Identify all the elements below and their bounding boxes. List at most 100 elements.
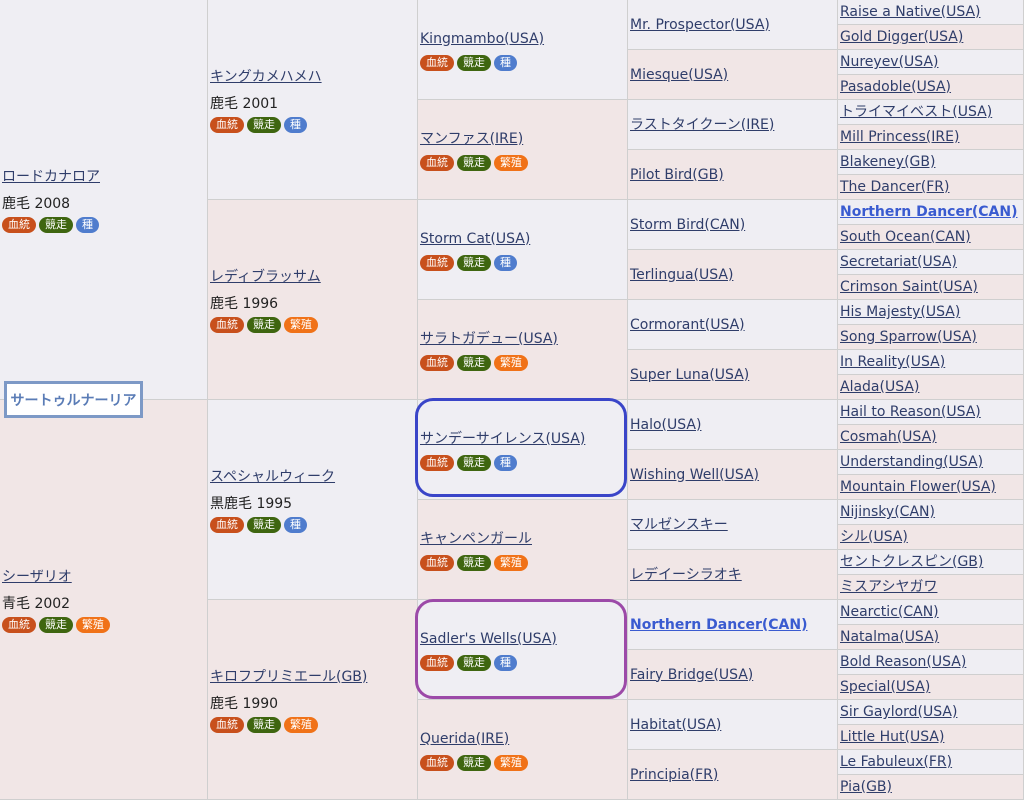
horse-name-link[interactable]: Querida(IRE) xyxy=(420,729,625,749)
horse-name-link[interactable]: Little Hut(USA) xyxy=(840,727,1021,747)
horse-name-link[interactable]: His Majesty(USA) xyxy=(840,302,1021,322)
horse-name-link[interactable]: Pilot Bird(GB) xyxy=(630,165,835,185)
racing-badge[interactable]: 競走 xyxy=(39,216,73,233)
horse-name-link[interactable]: Mill Princess(IRE) xyxy=(840,127,1021,147)
horse-name-link[interactable]: In Reality(USA) xyxy=(840,352,1021,372)
horse-name-link[interactable]: Sadler's Wells(USA) xyxy=(420,629,625,649)
breeding-badge[interactable]: 繁殖 xyxy=(494,154,528,171)
horse-name-link[interactable]: South Ocean(CAN) xyxy=(840,227,1021,247)
horse-name-link[interactable]: Mr. Prospector(USA) xyxy=(630,15,835,35)
horse-name-link[interactable]: Habitat(USA) xyxy=(630,715,835,735)
lineage-badge[interactable]: 血統 xyxy=(420,354,454,371)
horse-name-link[interactable]: Special(USA) xyxy=(840,677,1021,697)
horse-name-link[interactable]: レディブラッサム xyxy=(210,267,415,287)
horse-name-link[interactable]: Pia(GB) xyxy=(840,777,1021,797)
lineage-badge[interactable]: 血統 xyxy=(420,554,454,571)
racing-badge[interactable]: 競走 xyxy=(457,354,491,371)
horse-name-link[interactable]: レデイーシラオキ xyxy=(630,565,835,585)
racing-badge[interactable]: 競走 xyxy=(247,716,281,733)
lineage-badge[interactable]: 血統 xyxy=(420,254,454,271)
horse-name-link[interactable]: Nijinsky(CAN) xyxy=(840,502,1021,522)
lineage-badge[interactable]: 血統 xyxy=(210,316,244,333)
stallion-badge[interactable]: 種 xyxy=(284,516,307,533)
breeding-badge[interactable]: 繁殖 xyxy=(494,354,528,371)
horse-name-link[interactable]: スペシャルウィーク xyxy=(210,467,415,487)
lineage-badge[interactable]: 血統 xyxy=(2,616,36,633)
racing-badge[interactable]: 競走 xyxy=(457,754,491,771)
horse-name-link[interactable]: キングカメハメハ xyxy=(210,67,415,87)
horse-name-link[interactable]: Understanding(USA) xyxy=(840,452,1021,472)
horse-name-link[interactable]: Blakeney(GB) xyxy=(840,152,1021,172)
racing-badge[interactable]: 競走 xyxy=(247,516,281,533)
horse-name-link[interactable]: セントクレスピン(GB) xyxy=(840,552,1021,572)
horse-name-link[interactable]: Wishing Well(USA) xyxy=(630,465,835,485)
stallion-badge[interactable]: 種 xyxy=(494,254,517,271)
horse-name-link[interactable]: Secretariat(USA) xyxy=(840,252,1021,272)
lineage-badge[interactable]: 血統 xyxy=(210,516,244,533)
horse-name-link[interactable]: キロフプリミエール(GB) xyxy=(210,667,415,687)
lineage-badge[interactable]: 血統 xyxy=(420,54,454,71)
horse-name-link[interactable]: Miesque(USA) xyxy=(630,65,835,85)
horse-name-link[interactable]: キャンペンガール xyxy=(420,529,625,549)
horse-name-link[interactable]: シーザリオ xyxy=(2,567,205,587)
horse-name-link[interactable]: Cormorant(USA) xyxy=(630,315,835,335)
horse-name-link[interactable]: Raise a Native(USA) xyxy=(840,2,1021,22)
horse-name-link[interactable]: Crimson Saint(USA) xyxy=(840,277,1021,297)
breeding-badge[interactable]: 繁殖 xyxy=(494,754,528,771)
horse-name-link[interactable]: Nureyev(USA) xyxy=(840,52,1021,72)
horse-name-link[interactable]: シル(USA) xyxy=(840,527,1021,547)
horse-name-link[interactable]: Storm Bird(CAN) xyxy=(630,215,835,235)
lineage-badge[interactable]: 血統 xyxy=(420,454,454,471)
horse-name-link[interactable]: Hail to Reason(USA) xyxy=(840,402,1021,422)
horse-name-link[interactable]: Principia(FR) xyxy=(630,765,835,785)
horse-name-link[interactable]: Alada(USA) xyxy=(840,377,1021,397)
horse-name-link[interactable]: Kingmambo(USA) xyxy=(420,29,625,49)
horse-name-link[interactable]: Mountain Flower(USA) xyxy=(840,477,1021,497)
horse-name-link[interactable]: ロードカナロア xyxy=(2,167,205,187)
horse-name-link[interactable]: Sir Gaylord(USA) xyxy=(840,702,1021,722)
horse-name-link[interactable]: Pasadoble(USA) xyxy=(840,77,1021,97)
breeding-badge[interactable]: 繁殖 xyxy=(284,716,318,733)
racing-badge[interactable]: 競走 xyxy=(457,54,491,71)
racing-badge[interactable]: 競走 xyxy=(457,154,491,171)
horse-name-link[interactable]: サンデーサイレンス(USA) xyxy=(420,429,625,449)
horse-name-link[interactable]: Le Fabuleux(FR) xyxy=(840,752,1021,772)
horse-name-link[interactable]: The Dancer(FR) xyxy=(840,177,1021,197)
horse-name-link[interactable]: マンファス(IRE) xyxy=(420,129,625,149)
horse-name-link[interactable]: Bold Reason(USA) xyxy=(840,652,1021,672)
racing-badge[interactable]: 競走 xyxy=(247,316,281,333)
stallion-badge[interactable]: 種 xyxy=(494,454,517,471)
stallion-badge[interactable]: 種 xyxy=(76,216,99,233)
lineage-badge[interactable]: 血統 xyxy=(210,716,244,733)
breeding-badge[interactable]: 繁殖 xyxy=(76,616,110,633)
horse-name-link[interactable]: Gold Digger(USA) xyxy=(840,27,1021,47)
stallion-badge[interactable]: 種 xyxy=(494,54,517,71)
lineage-badge[interactable]: 血統 xyxy=(2,216,36,233)
horse-name-link[interactable]: ラストタイクーン(IRE) xyxy=(630,115,835,135)
horse-name-link[interactable]: Halo(USA) xyxy=(630,415,835,435)
horse-name-link[interactable]: Northern Dancer(CAN) xyxy=(840,202,1021,222)
stallion-badge[interactable]: 種 xyxy=(494,654,517,671)
stallion-badge[interactable]: 種 xyxy=(284,116,307,133)
breeding-badge[interactable]: 繁殖 xyxy=(284,316,318,333)
horse-name-link[interactable]: Fairy Bridge(USA) xyxy=(630,665,835,685)
racing-badge[interactable]: 競走 xyxy=(247,116,281,133)
racing-badge[interactable]: 競走 xyxy=(457,454,491,471)
horse-name-link[interactable]: Natalma(USA) xyxy=(840,627,1021,647)
horse-name-link[interactable]: トライマイベスト(USA) xyxy=(840,102,1021,122)
racing-badge[interactable]: 競走 xyxy=(457,654,491,671)
horse-name-link[interactable]: サラトガデュー(USA) xyxy=(420,329,625,349)
horse-name-link[interactable]: Northern Dancer(CAN) xyxy=(630,615,835,635)
horse-name-link[interactable]: Terlingua(USA) xyxy=(630,265,835,285)
lineage-badge[interactable]: 血統 xyxy=(210,116,244,133)
horse-name-link[interactable]: Storm Cat(USA) xyxy=(420,229,625,249)
lineage-badge[interactable]: 血統 xyxy=(420,154,454,171)
horse-name-link[interactable]: Cosmah(USA) xyxy=(840,427,1021,447)
racing-badge[interactable]: 競走 xyxy=(39,616,73,633)
horse-name-link[interactable]: マルゼンスキー xyxy=(630,515,835,535)
horse-name-link[interactable]: Song Sparrow(USA) xyxy=(840,327,1021,347)
lineage-badge[interactable]: 血統 xyxy=(420,654,454,671)
lineage-badge[interactable]: 血統 xyxy=(420,754,454,771)
horse-name-link[interactable]: ミスアシヤガワ xyxy=(840,577,1021,597)
racing-badge[interactable]: 競走 xyxy=(457,254,491,271)
